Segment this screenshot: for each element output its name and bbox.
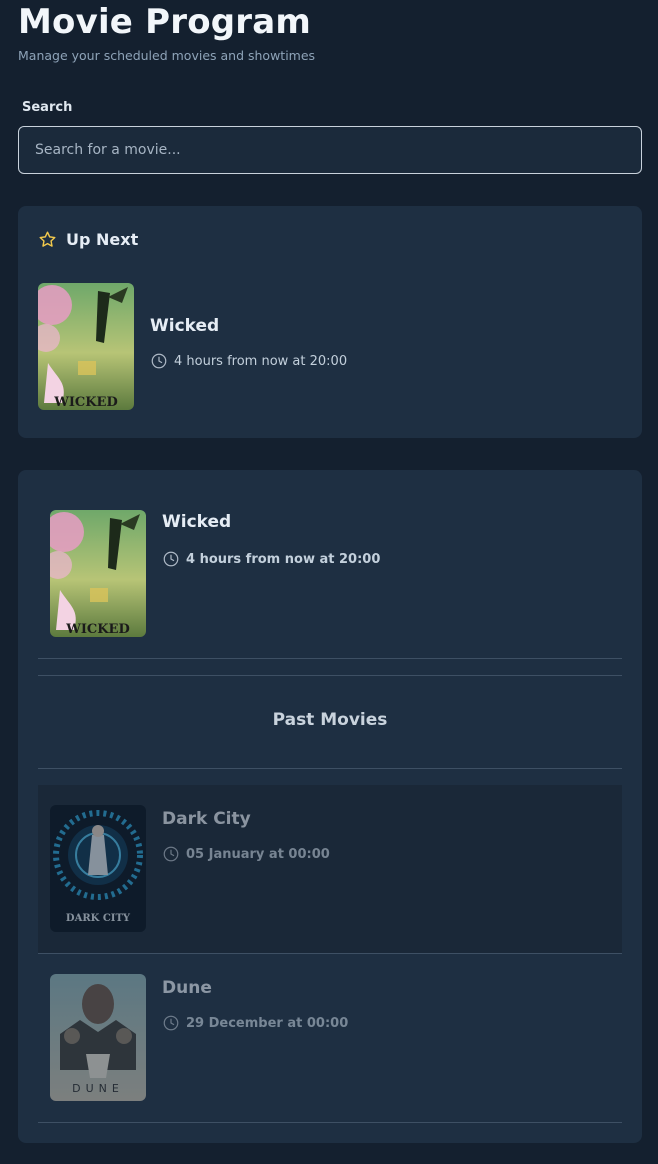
- movie-title: Wicked: [162, 512, 232, 532]
- past-movie-content: DUNE Dune 29 December at 00:00: [38, 954, 622, 1122]
- movie-time: 4 hours from now at 20:00: [162, 550, 380, 568]
- list-item[interactable]: WICKED Wicked 4 hours from now at 20:00: [38, 492, 622, 658]
- movie-time-text: 29 December at 00:00: [186, 1015, 349, 1031]
- svg-text:DUNE: DUNE: [72, 1082, 124, 1095]
- divider: [38, 658, 622, 659]
- movie-title: Dune: [162, 978, 212, 998]
- past-movies-heading: Past Movies: [272, 710, 388, 730]
- up-next-header: Up Next: [38, 230, 138, 249]
- clock-icon: [162, 1014, 180, 1032]
- up-next-movie-title[interactable]: Wicked: [150, 316, 219, 336]
- list-item[interactable]: DARK CITY Dark City 05 January at 00:00: [38, 785, 622, 953]
- page-title: Movie Program: [18, 2, 312, 42]
- past-movie-content: DARK CITY Dark City 05 January at 00:00: [38, 785, 622, 953]
- clock-icon: [162, 550, 180, 568]
- movie-poster-dark-city: DARK CITY: [50, 805, 146, 932]
- divider: [38, 675, 622, 676]
- up-next-movie-time: 4 hours from now at 20:00: [150, 352, 347, 370]
- movie-poster-dune: DUNE: [50, 974, 146, 1101]
- up-next-time-text: 4 hours from now at 20:00: [174, 353, 348, 369]
- movie-time: 29 December at 00:00: [162, 1014, 348, 1032]
- star-icon: [38, 230, 57, 249]
- divider: [38, 1122, 622, 1123]
- movie-time: 05 January at 00:00: [162, 845, 330, 863]
- list-item[interactable]: DUNE Dune 29 December at 00:00: [38, 954, 622, 1122]
- divider: [38, 768, 622, 769]
- svg-text:WICKED: WICKED: [53, 395, 118, 410]
- movie-time-text: 4 hours from now at 20:00: [186, 551, 381, 567]
- movie-poster-wicked: WICKED: [50, 510, 146, 637]
- search-input[interactable]: [18, 126, 642, 174]
- up-next-card: Up Next WICKED Wicked 4 hours from now a…: [18, 206, 642, 438]
- movie-list-card: WICKED Wicked 4 hours from now at 20:00 …: [18, 470, 642, 1143]
- page-subtitle: Manage your scheduled movies and showtim…: [18, 48, 316, 63]
- up-next-heading: Up Next: [66, 230, 139, 249]
- movie-title: Dark City: [162, 809, 251, 829]
- svg-text:DARK CITY: DARK CITY: [66, 913, 131, 924]
- clock-icon: [150, 352, 168, 370]
- movie-poster-wicked[interactable]: WICKED: [38, 283, 134, 410]
- svg-text:WICKED: WICKED: [65, 622, 130, 637]
- clock-icon: [162, 845, 180, 863]
- movie-time-text: 05 January at 00:00: [186, 846, 330, 862]
- search-label: Search: [22, 100, 73, 115]
